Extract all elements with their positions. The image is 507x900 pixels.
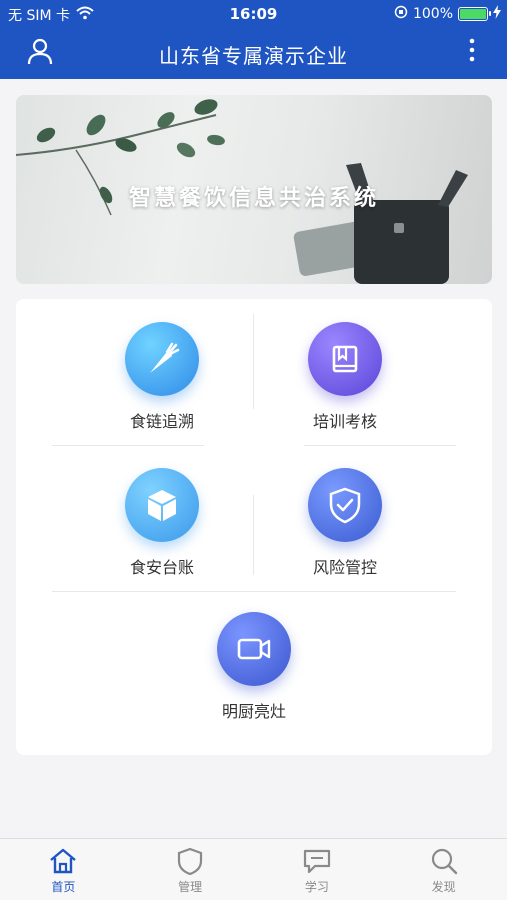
battery-percent: 100% bbox=[412, 6, 453, 22]
banner-title: 智慧餐饮信息共治系统 bbox=[128, 186, 379, 211]
tab-label: 管理 bbox=[178, 880, 203, 894]
status-bar: 无 SIM 卡 16:09 100% bbox=[0, 0, 507, 28]
more-vertical-icon bbox=[469, 38, 475, 62]
shield-icon bbox=[178, 847, 203, 875]
more-menu-button[interactable] bbox=[467, 37, 477, 65]
tab-home[interactable]: 首页 bbox=[0, 839, 127, 900]
grid-divider bbox=[52, 591, 456, 592]
tab-manage[interactable]: 管理 bbox=[127, 839, 254, 900]
charging-icon bbox=[493, 5, 501, 23]
book-icon bbox=[308, 322, 382, 396]
tab-label: 首页 bbox=[51, 880, 76, 894]
grid-divider bbox=[304, 445, 456, 446]
tile-label: 风险管控 bbox=[312, 558, 377, 577]
tile-food-chain-trace[interactable]: 食链追溯 bbox=[62, 322, 262, 432]
chat-icon bbox=[303, 849, 330, 874]
tile-food-safety-ledger[interactable]: 食安台账 bbox=[62, 468, 262, 578]
tab-discover[interactable]: 发现 bbox=[380, 839, 507, 900]
page-title: 山东省专属演示企业 bbox=[159, 44, 348, 68]
tile-training-exam[interactable]: 培训考核 bbox=[245, 322, 445, 432]
tab-label: 学习 bbox=[304, 880, 329, 894]
grid-divider bbox=[52, 445, 204, 446]
tile-label: 培训考核 bbox=[312, 412, 377, 431]
box-icon bbox=[125, 468, 199, 542]
battery-icon bbox=[458, 7, 491, 21]
tile-risk-control[interactable]: 风险管控 bbox=[245, 468, 445, 578]
tile-bright-kitchen[interactable]: 明厨亮灶 bbox=[154, 612, 354, 722]
tile-label: 明厨亮灶 bbox=[221, 702, 286, 721]
bottom-tab-bar: 首页 管理 学习 发现 bbox=[0, 838, 507, 900]
carrot-icon bbox=[125, 322, 199, 396]
app-header: 无 SIM 卡 16:09 100% 山东省专属演示企业 bbox=[0, 0, 507, 79]
promo-banner[interactable]: 智慧餐饮信息共治系统 bbox=[16, 95, 492, 284]
tile-label: 食链追溯 bbox=[129, 412, 194, 431]
home-icon bbox=[50, 848, 77, 874]
tile-label: 食安台账 bbox=[129, 558, 194, 577]
search-icon bbox=[431, 848, 457, 875]
shield-check-icon bbox=[308, 468, 382, 542]
orientation-lock-icon bbox=[394, 5, 408, 23]
video-camera-icon bbox=[217, 612, 291, 686]
tab-label: 发现 bbox=[431, 880, 456, 894]
feature-grid: 食链追溯 培训考核 食安台账 风险管控 明厨亮灶 bbox=[16, 299, 492, 755]
tab-study[interactable]: 学习 bbox=[254, 839, 381, 900]
